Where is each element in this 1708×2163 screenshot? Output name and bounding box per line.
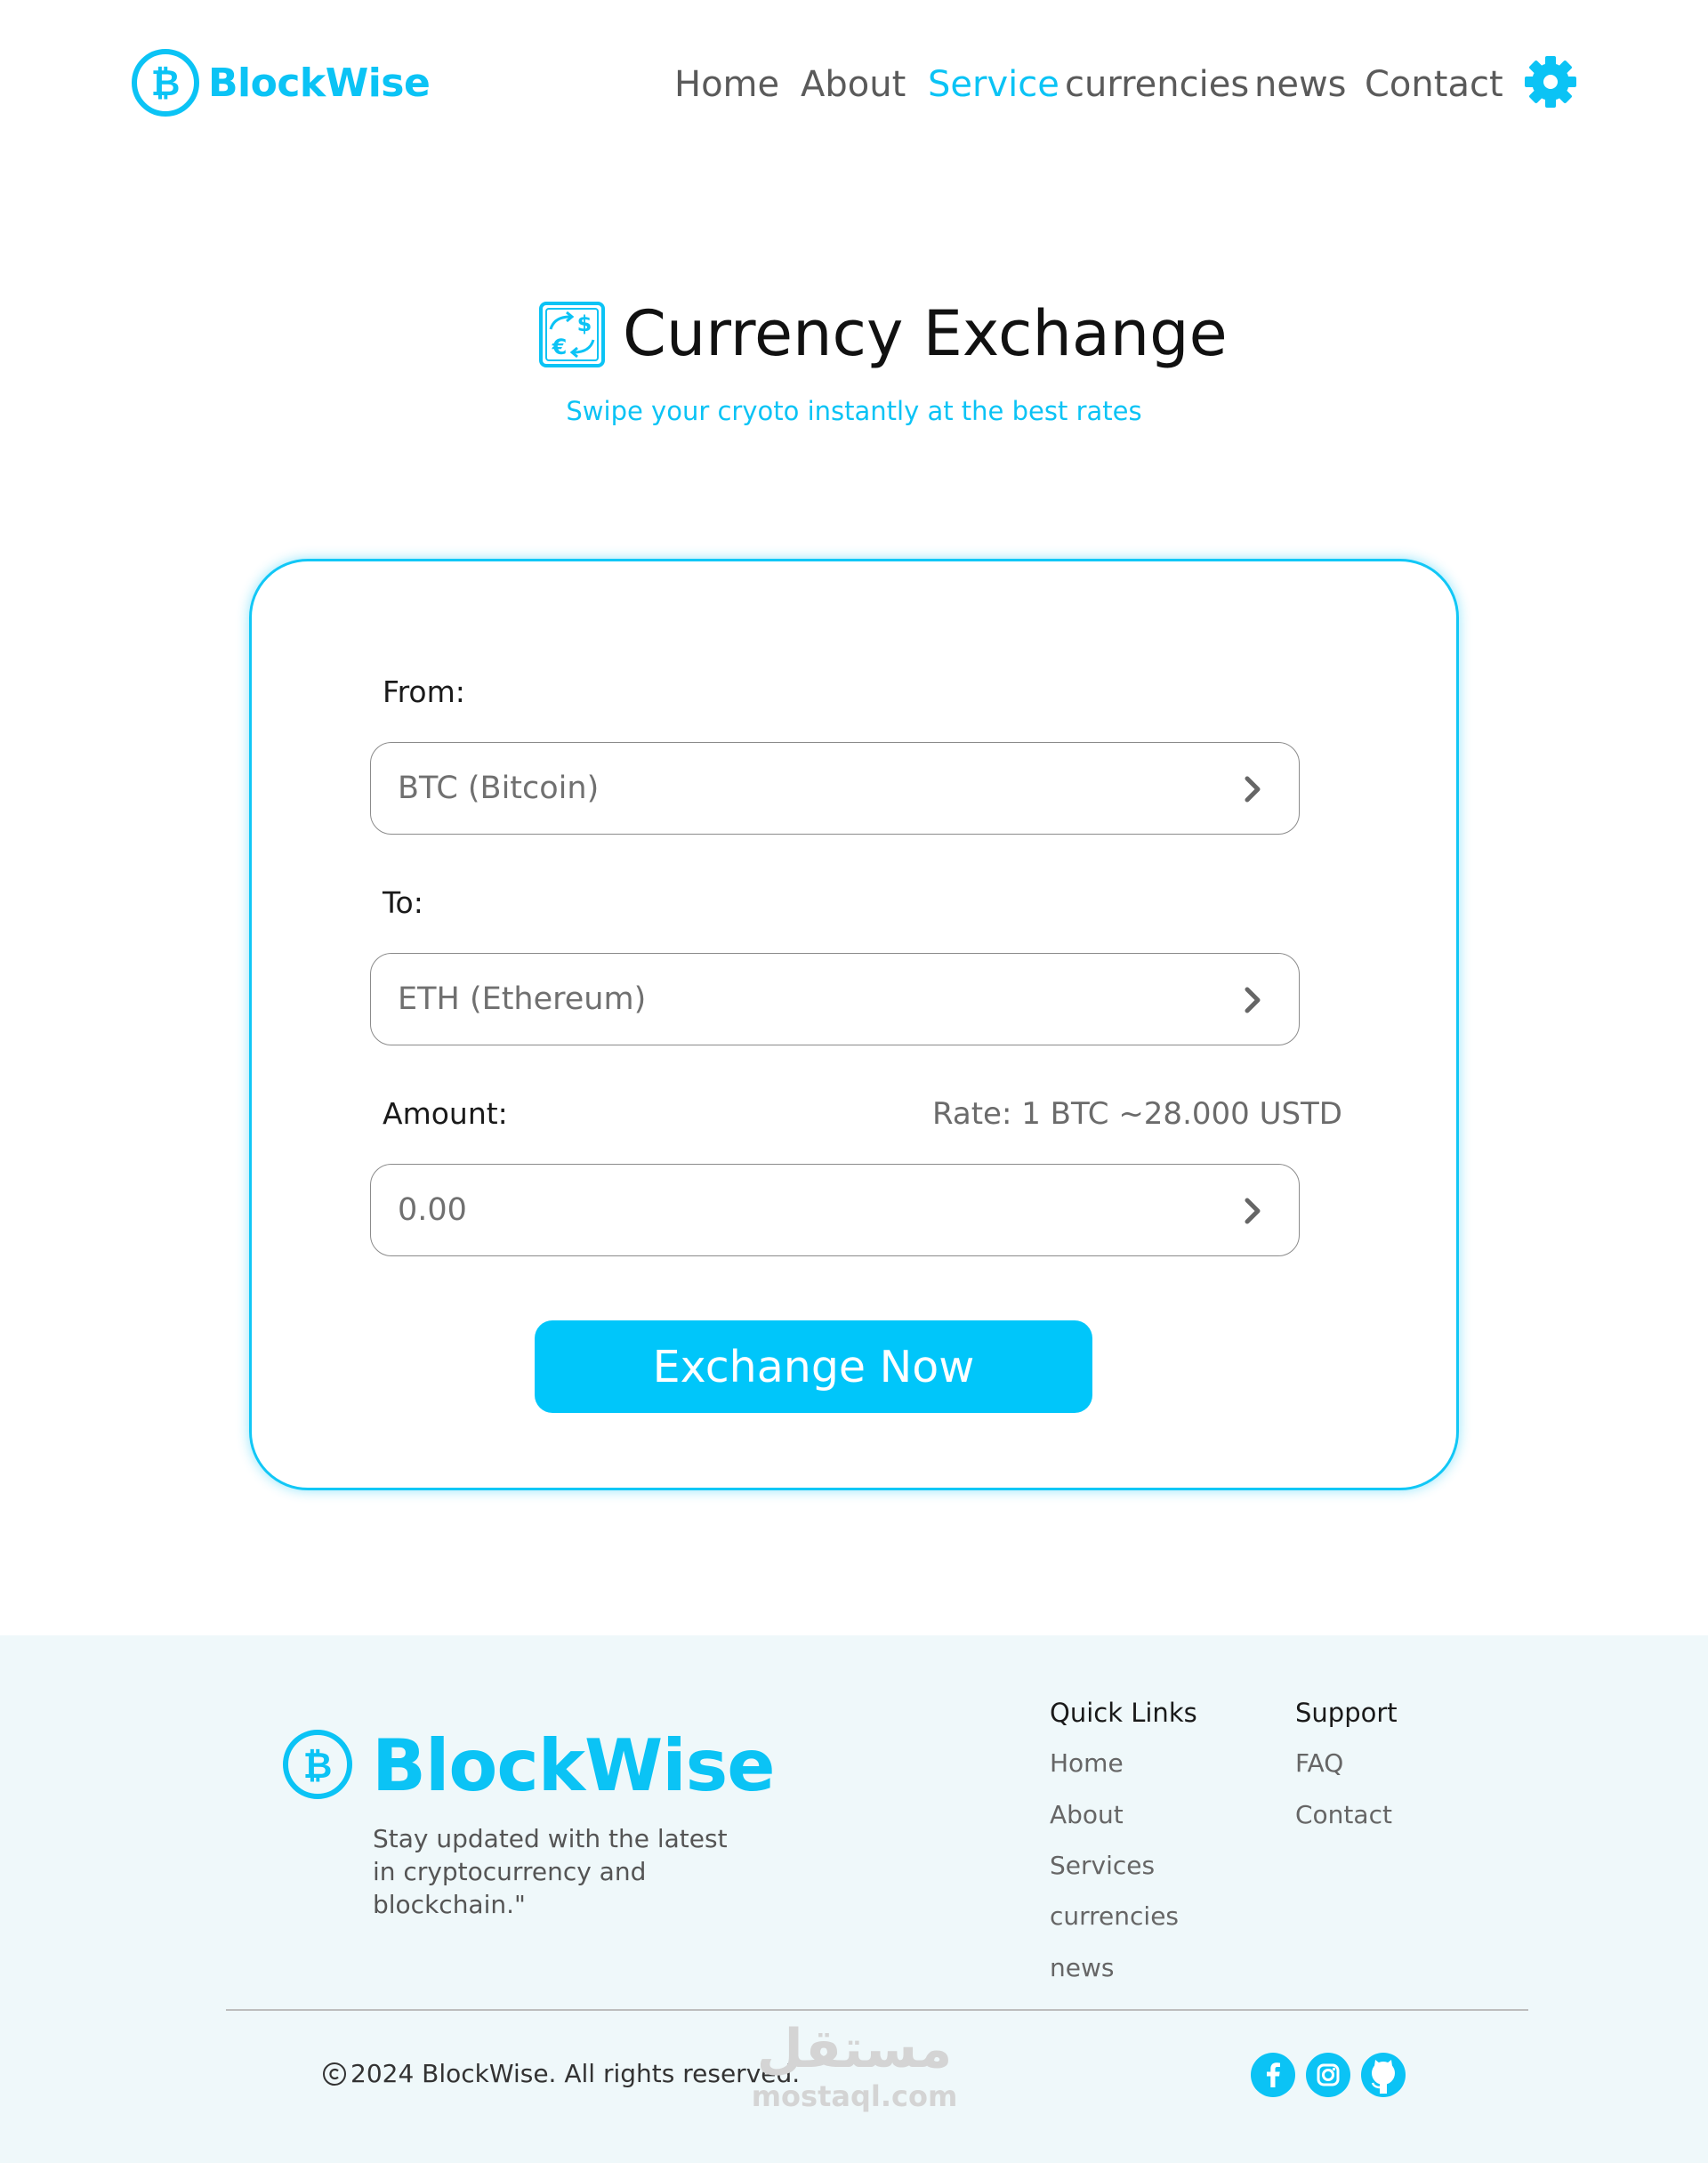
- bitcoin-logo-icon: ₿: [283, 1730, 352, 1799]
- quick-links-heading: Quick Links: [1050, 1698, 1197, 1728]
- amount-value: 0.00: [398, 1192, 467, 1228]
- mostaql-watermark: مستقل mostaql.com: [750, 2018, 959, 2112]
- footer-link-currencies[interactable]: currencies: [1050, 1901, 1179, 1931]
- watermark-arabic: مستقل: [756, 2018, 953, 2080]
- gear-icon[interactable]: [1524, 55, 1577, 109]
- exchange-now-button[interactable]: Exchange Now: [535, 1320, 1092, 1413]
- copyright: 2024 BlockWise. All rights reserved.: [322, 2059, 800, 2088]
- nav-contact[interactable]: Contact: [1365, 64, 1503, 105]
- from-currency-select[interactable]: BTC (Bitcoin): [370, 742, 1300, 835]
- chevron-right-icon: [1245, 776, 1261, 803]
- to-label: To:: [383, 885, 423, 920]
- nav-about[interactable]: About: [801, 64, 906, 105]
- svg-text:₿: ₿: [303, 1746, 333, 1787]
- footer-divider: [226, 2009, 1528, 2011]
- nav-currencies[interactable]: currencies: [1065, 64, 1249, 105]
- github-icon[interactable]: [1360, 2052, 1406, 2098]
- footer-brand-name: BlockWise: [372, 1724, 776, 1807]
- currency-exchange-icon: $ €: [539, 302, 605, 367]
- amount-input[interactable]: 0.00: [370, 1164, 1300, 1256]
- footer-tagline: Stay updated with the latest in cryptocu…: [373, 1824, 728, 1919]
- footer-link-contact[interactable]: Contact: [1295, 1800, 1392, 1829]
- footer-link-about[interactable]: About: [1050, 1800, 1124, 1829]
- watermark-url: mostaql.com: [751, 2079, 958, 2113]
- page-subtitle: Swipe your cryoto instantly at the best …: [566, 396, 1142, 426]
- svg-text:€: €: [552, 335, 568, 359]
- main-nav: Home About Service currencies news Conta…: [0, 58, 1708, 111]
- nav-service[interactable]: Service: [928, 64, 1059, 105]
- footer-link-home[interactable]: Home: [1050, 1748, 1124, 1778]
- footer-link-services[interactable]: Services: [1050, 1851, 1155, 1880]
- svg-text:$: $: [577, 311, 592, 336]
- page-title: Currency Exchange: [623, 297, 1228, 370]
- to-currency-select[interactable]: ETH (Ethereum): [370, 953, 1300, 1045]
- footer-link-news[interactable]: news: [1050, 1953, 1114, 1982]
- chevron-right-icon: [1245, 987, 1261, 1013]
- nav-news[interactable]: news: [1254, 64, 1347, 105]
- support-heading: Support: [1295, 1698, 1398, 1728]
- amount-label: Amount:: [383, 1096, 508, 1131]
- exchange-rate: Rate: 1 BTC ~28.000 USTD: [932, 1096, 1342, 1132]
- nav-home[interactable]: Home: [674, 64, 779, 105]
- from-label: From:: [383, 674, 465, 709]
- facebook-icon[interactable]: [1250, 2052, 1296, 2098]
- instagram-icon[interactable]: [1305, 2052, 1351, 2098]
- chevron-right-icon: [1245, 1198, 1261, 1224]
- footer-link-faq[interactable]: FAQ: [1295, 1748, 1343, 1778]
- copyright-text: 2024 BlockWise. All rights reserved.: [350, 2059, 801, 2088]
- to-currency-value: ETH (Ethereum): [398, 981, 647, 1017]
- copyright-icon: [323, 2062, 346, 2086]
- from-currency-value: BTC (Bitcoin): [398, 771, 600, 806]
